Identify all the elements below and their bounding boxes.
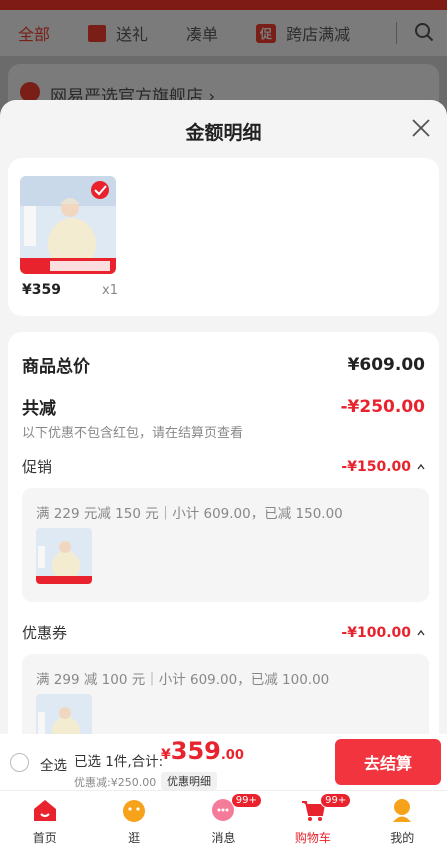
promotion-product-image xyxy=(36,528,92,584)
check-icon xyxy=(20,82,40,102)
product-image[interactable] xyxy=(20,176,116,274)
divider xyxy=(396,22,397,44)
promotion-row[interactable]: 促销 -¥150.00 xyxy=(22,456,425,477)
promo-tag: 促 xyxy=(256,23,277,43)
chevron-up-icon[interactable] xyxy=(417,629,425,637)
tab-gift-label: 送礼 xyxy=(116,25,149,44)
product-quantity: x1 xyxy=(102,283,118,298)
promotion-label: 促销 xyxy=(22,458,53,476)
reduce-label: 共减 xyxy=(22,399,56,419)
home-icon xyxy=(33,800,56,821)
discount-amount: 优惠减:¥250.00 xyxy=(74,776,157,789)
tab-cross-store-label: 跨店满减 xyxy=(286,25,351,44)
tab-all[interactable]: 全部 xyxy=(18,21,50,45)
nav-profile[interactable]: 我的 xyxy=(358,791,447,852)
product-price: ¥359 xyxy=(22,282,61,298)
discount-detail-link[interactable]: 优惠明细 xyxy=(161,772,217,790)
promotion-detail: 满 229 元减 150 元｜小计 609.00，已减 150.00 xyxy=(22,488,429,602)
total-value: ¥609.00 xyxy=(347,354,425,375)
currency-symbol: ¥ xyxy=(161,747,171,763)
nav-cart[interactable]: 99+ 购物车 xyxy=(268,791,357,852)
total-row: 商品总价 ¥609.00 xyxy=(22,352,425,378)
sheet-title: 金额明细 xyxy=(185,122,262,144)
select-all-label[interactable]: 全选 xyxy=(40,754,67,774)
gift-icon xyxy=(88,24,107,42)
total-label: 商品总价 xyxy=(22,357,90,377)
nav-profile-label: 我的 xyxy=(390,831,415,845)
tab-gift[interactable]: 送礼 xyxy=(88,21,148,45)
browse-icon xyxy=(123,800,146,822)
total-integer: 359 xyxy=(170,737,221,765)
checkout-bar: 全选 已选 1件,合计: ¥359.00 优惠减:¥250.00 优惠明细 去结… xyxy=(0,734,447,790)
total-decimal: .00 xyxy=(220,748,244,763)
bottom-nav: 首页 逛 99+ 消息 99+ 购物车 我的 xyxy=(0,790,447,852)
nav-home[interactable]: 首页 xyxy=(0,791,89,852)
coupon-detail-text: 满 299 减 100 元｜小计 609.00，已减 100.00 xyxy=(36,672,330,688)
reduce-row: 共减 -¥250.00 xyxy=(22,394,426,420)
promotion-value: -¥150.00 xyxy=(341,458,411,475)
amount-detail-sheet: 金额明细 ¥359 x1 商品总价 ¥609.00 共减 -¥250.00 以下… xyxy=(0,100,447,740)
background-tabs: 全部 送礼 凑单 促跨店满减 xyxy=(0,10,447,56)
coupon-value: -¥100.00 xyxy=(341,624,411,641)
nav-browse[interactable]: 逛 xyxy=(89,791,178,852)
status-bar xyxy=(0,0,447,10)
promotion-detail-text: 满 229 元减 150 元｜小计 609.00，已减 150.00 xyxy=(36,506,343,522)
search-icon[interactable] xyxy=(414,22,434,42)
selected-count: 已选 1件,合计: xyxy=(74,754,164,770)
coupon-row[interactable]: 优惠券 -¥100.00 xyxy=(22,622,425,643)
profile-icon xyxy=(393,799,412,822)
nav-messages-label: 消息 xyxy=(211,831,236,845)
select-all-checkbox[interactable] xyxy=(10,753,29,772)
reduce-note: 以下优惠不包含红包，请在结算页查看 xyxy=(22,426,244,441)
nav-browse-label: 逛 xyxy=(128,831,141,845)
close-icon[interactable] xyxy=(411,118,431,138)
cart-badge: 99+ xyxy=(320,793,352,808)
nav-cart-label: 购物车 xyxy=(294,831,331,845)
coupon-detail: 满 299 减 100 元｜小计 609.00，已减 100.00 xyxy=(22,654,429,740)
tab-cross-store[interactable]: 促跨店满减 xyxy=(256,21,350,45)
price-breakdown: 商品总价 ¥609.00 共减 -¥250.00 以下优惠不包含红包，请在结算页… xyxy=(8,332,439,740)
checkout-button[interactable]: 去结算 xyxy=(335,739,441,785)
product-list: ¥359 x1 xyxy=(8,158,439,316)
reduce-value: -¥250.00 xyxy=(340,396,426,417)
nav-home-label: 首页 xyxy=(32,831,57,845)
nav-messages[interactable]: 99+ 消息 xyxy=(179,791,268,852)
chevron-up-icon[interactable] xyxy=(417,463,425,471)
message-badge: 99+ xyxy=(230,793,262,808)
tab-bundle[interactable]: 凑单 xyxy=(186,21,218,45)
total-price: ¥359.00 xyxy=(161,737,244,765)
coupon-label: 优惠券 xyxy=(22,624,68,642)
